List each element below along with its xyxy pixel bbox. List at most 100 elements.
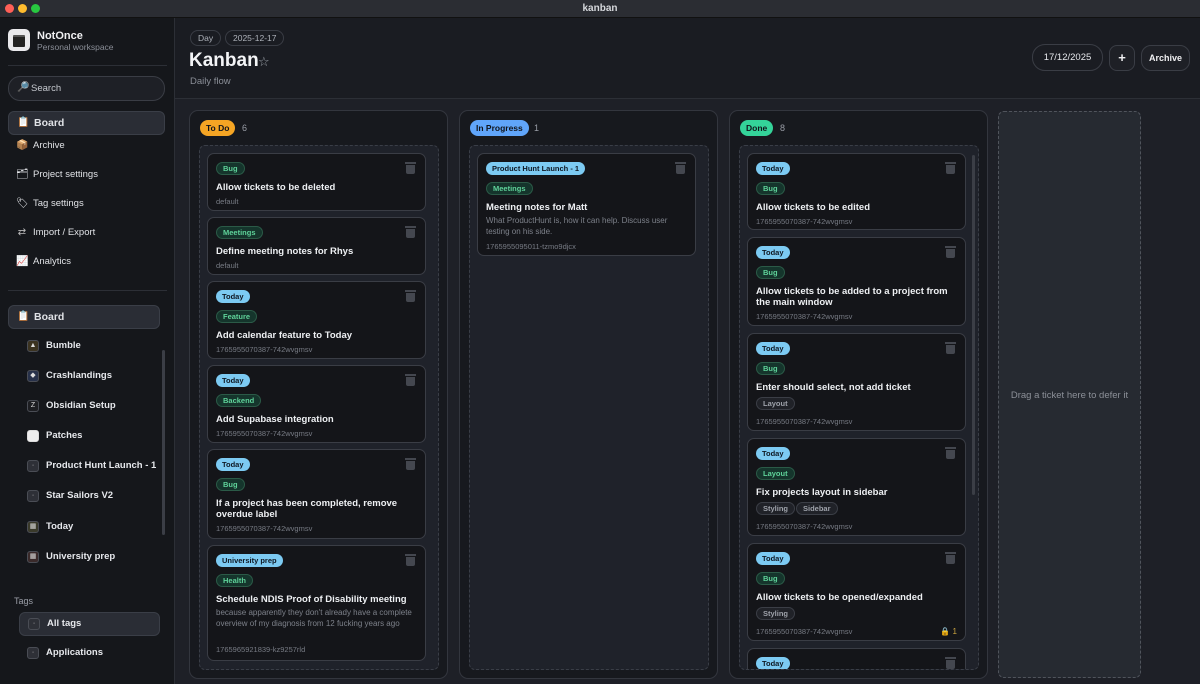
archive-button[interactable]: Archive	[1141, 45, 1190, 71]
calendar-icon: ▦	[27, 551, 39, 563]
tag-filter-applications[interactable]: · Applications	[19, 642, 160, 666]
trash-icon[interactable]	[945, 552, 956, 564]
project-label: Star Sailors V2	[46, 490, 114, 501]
trash-icon[interactable]	[405, 162, 416, 174]
nav-label: Tag settings	[33, 198, 84, 209]
ticket-card[interactable]: Today Bug Allow tickets to be edited 176…	[747, 153, 966, 230]
column-status-badge: To Do	[200, 120, 236, 136]
nav-board[interactable]: 📋 Board	[8, 111, 165, 135]
project-chip: Today	[756, 447, 790, 460]
ticket-card[interactable]: Today Bug Enter should select, not add t…	[747, 333, 966, 431]
column-status-badge: In Progress	[470, 120, 529, 136]
bee-icon: ▲	[27, 340, 39, 352]
nav-analytics[interactable]: 📈 Analytics	[8, 251, 165, 275]
trash-icon[interactable]	[405, 458, 416, 470]
trash-icon[interactable]	[945, 342, 956, 354]
dot-icon: ·	[28, 618, 40, 630]
defer-dropzone[interactable]: Drag a ticket here to defer it	[998, 111, 1141, 678]
ticket-card[interactable]: Today Bug Allow tickets to be added to a…	[747, 237, 966, 326]
ticket-card[interactable]: Today Bug If a project has been complete…	[207, 449, 426, 539]
star-icon[interactable]: ☆	[258, 54, 270, 70]
trash-icon[interactable]	[945, 657, 956, 669]
project-label: Crashlandings	[46, 370, 112, 381]
nav-label: Analytics	[33, 256, 72, 267]
column-dropzone[interactable]: Product Hunt Launch - 1 Meetings Meeting…	[469, 145, 709, 670]
project-product-hunt-launch[interactable]: · Product Hunt Launch - 1	[19, 455, 160, 479]
project-university-prep[interactable]: ▦ University prep	[19, 546, 160, 570]
project-chip: Today	[756, 657, 790, 669]
ticket-meta: 1765955070387-742wvgmsv	[216, 524, 313, 533]
window-titlebar: kanban	[0, 0, 1200, 18]
dot-icon: ·	[27, 460, 39, 472]
view-mode-pill[interactable]: Day	[190, 30, 222, 46]
column-count: 1	[534, 123, 540, 133]
project-patches[interactable]: Patches	[19, 425, 160, 449]
nav-archive[interactable]: 📦 Archive	[8, 135, 165, 159]
ticket-card[interactable]: Today Backend Add Supabase integration 1…	[207, 365, 426, 443]
dot-icon: ·	[27, 647, 39, 659]
project-obsidian-setup[interactable]: Z Obsidian Setup	[19, 395, 160, 419]
project-label: Obsidian Setup	[46, 400, 116, 411]
ticket-meta: 1765955070387-742wvgmsv	[216, 345, 313, 354]
tag-chip: Meetings	[216, 226, 263, 239]
project-label: Product Hunt Launch - 1	[46, 460, 157, 471]
clipboard-icon: 📋	[17, 311, 30, 322]
trash-icon[interactable]	[405, 554, 416, 566]
workspace-name: NotOnce	[37, 30, 83, 42]
divider	[8, 65, 167, 66]
search-icon: 🔎	[17, 82, 30, 93]
column-scrollbar[interactable]	[972, 155, 975, 495]
ticket-card[interactable]: University prep Health Schedule NDIS Pro…	[207, 545, 426, 661]
ticket-card[interactable]: Today	[747, 648, 966, 669]
ticket-card[interactable]: Today Bug Allow tickets to be opened/exp…	[747, 543, 966, 641]
project-today[interactable]: ▦ Today	[19, 516, 160, 540]
trash-icon[interactable]	[405, 290, 416, 302]
tag-chip: Layout	[756, 467, 795, 480]
page-title: Kanban	[189, 50, 259, 71]
sidebar-scrollbar[interactable]	[162, 350, 165, 535]
ticket-card[interactable]: Today Layout Fix projects layout in side…	[747, 438, 966, 536]
nav-project-settings[interactable]: 🗂 Project settings	[8, 164, 165, 188]
workspace-switcher[interactable]: NotOnce Personal workspace	[8, 29, 168, 55]
column-dropzone[interactable]: Today Bug Allow tickets to be edited 176…	[739, 145, 979, 670]
trash-icon[interactable]	[945, 246, 956, 258]
ticket-card[interactable]: Today Feature Add calendar feature to To…	[207, 281, 426, 359]
trash-icon[interactable]	[405, 374, 416, 386]
project-bumble[interactable]: ▲ Bumble	[19, 335, 160, 359]
ticket-title: Schedule NDIS Proof of Disability meetin…	[216, 594, 407, 605]
dot-icon: ·	[27, 490, 39, 502]
project-star-sailors[interactable]: · Star Sailors V2	[19, 485, 160, 509]
trash-icon[interactable]	[945, 162, 956, 174]
window-title: kanban	[582, 3, 618, 14]
tag-filter-all[interactable]: · All tags	[19, 612, 160, 636]
tag-chip: Bug	[756, 182, 785, 195]
ticket-description: What ProductHunt is, how it can help. Di…	[486, 216, 668, 236]
trash-icon[interactable]	[405, 226, 416, 238]
column-dropzone[interactable]: Bug Allow tickets to be deleted default …	[199, 145, 439, 670]
nav-import-export[interactable]: ⇄ Import / Export	[8, 222, 165, 246]
project-chip: Today	[216, 290, 250, 303]
ticket-card[interactable]: Product Hunt Launch - 1 Meetings Meeting…	[477, 153, 696, 256]
trash-icon[interactable]	[675, 162, 686, 174]
lock-icon: 🔒 1	[940, 627, 957, 636]
chart-icon: 📈	[16, 256, 29, 267]
project-crashlandings[interactable]: ◆ Crashlandings	[19, 365, 160, 389]
project-chip: Today	[756, 342, 790, 355]
column-in-progress: In Progress 1 Product Hunt Launch - 1 Me…	[459, 110, 718, 679]
nav-tag-settings[interactable]: 🏷 Tag settings	[8, 193, 165, 217]
ticket-card[interactable]: Bug Allow tickets to be deleted default	[207, 153, 426, 211]
projects-board[interactable]: 📋 Board	[8, 305, 160, 329]
trash-icon[interactable]	[945, 447, 956, 459]
date-picker-button[interactable]: 17/12/2025	[1032, 44, 1103, 71]
tag-icon: 🏷	[16, 198, 29, 209]
ticket-title: Fix projects layout in sidebar	[756, 487, 888, 498]
date-pill[interactable]: 2025-12-17	[225, 30, 285, 46]
project-chip: University prep	[216, 554, 283, 567]
search-input[interactable]	[31, 78, 161, 99]
search-box[interactable]: 🔎	[8, 76, 165, 101]
workspace-logo-icon	[8, 29, 30, 51]
extra-tag-chip: Styling	[756, 502, 796, 515]
add-ticket-button[interactable]: +	[1109, 45, 1135, 71]
ticket-meta: 1765955095011-tzmo9djcx	[486, 242, 576, 251]
ticket-card[interactable]: Meetings Define meeting notes for Rhys d…	[207, 217, 426, 275]
